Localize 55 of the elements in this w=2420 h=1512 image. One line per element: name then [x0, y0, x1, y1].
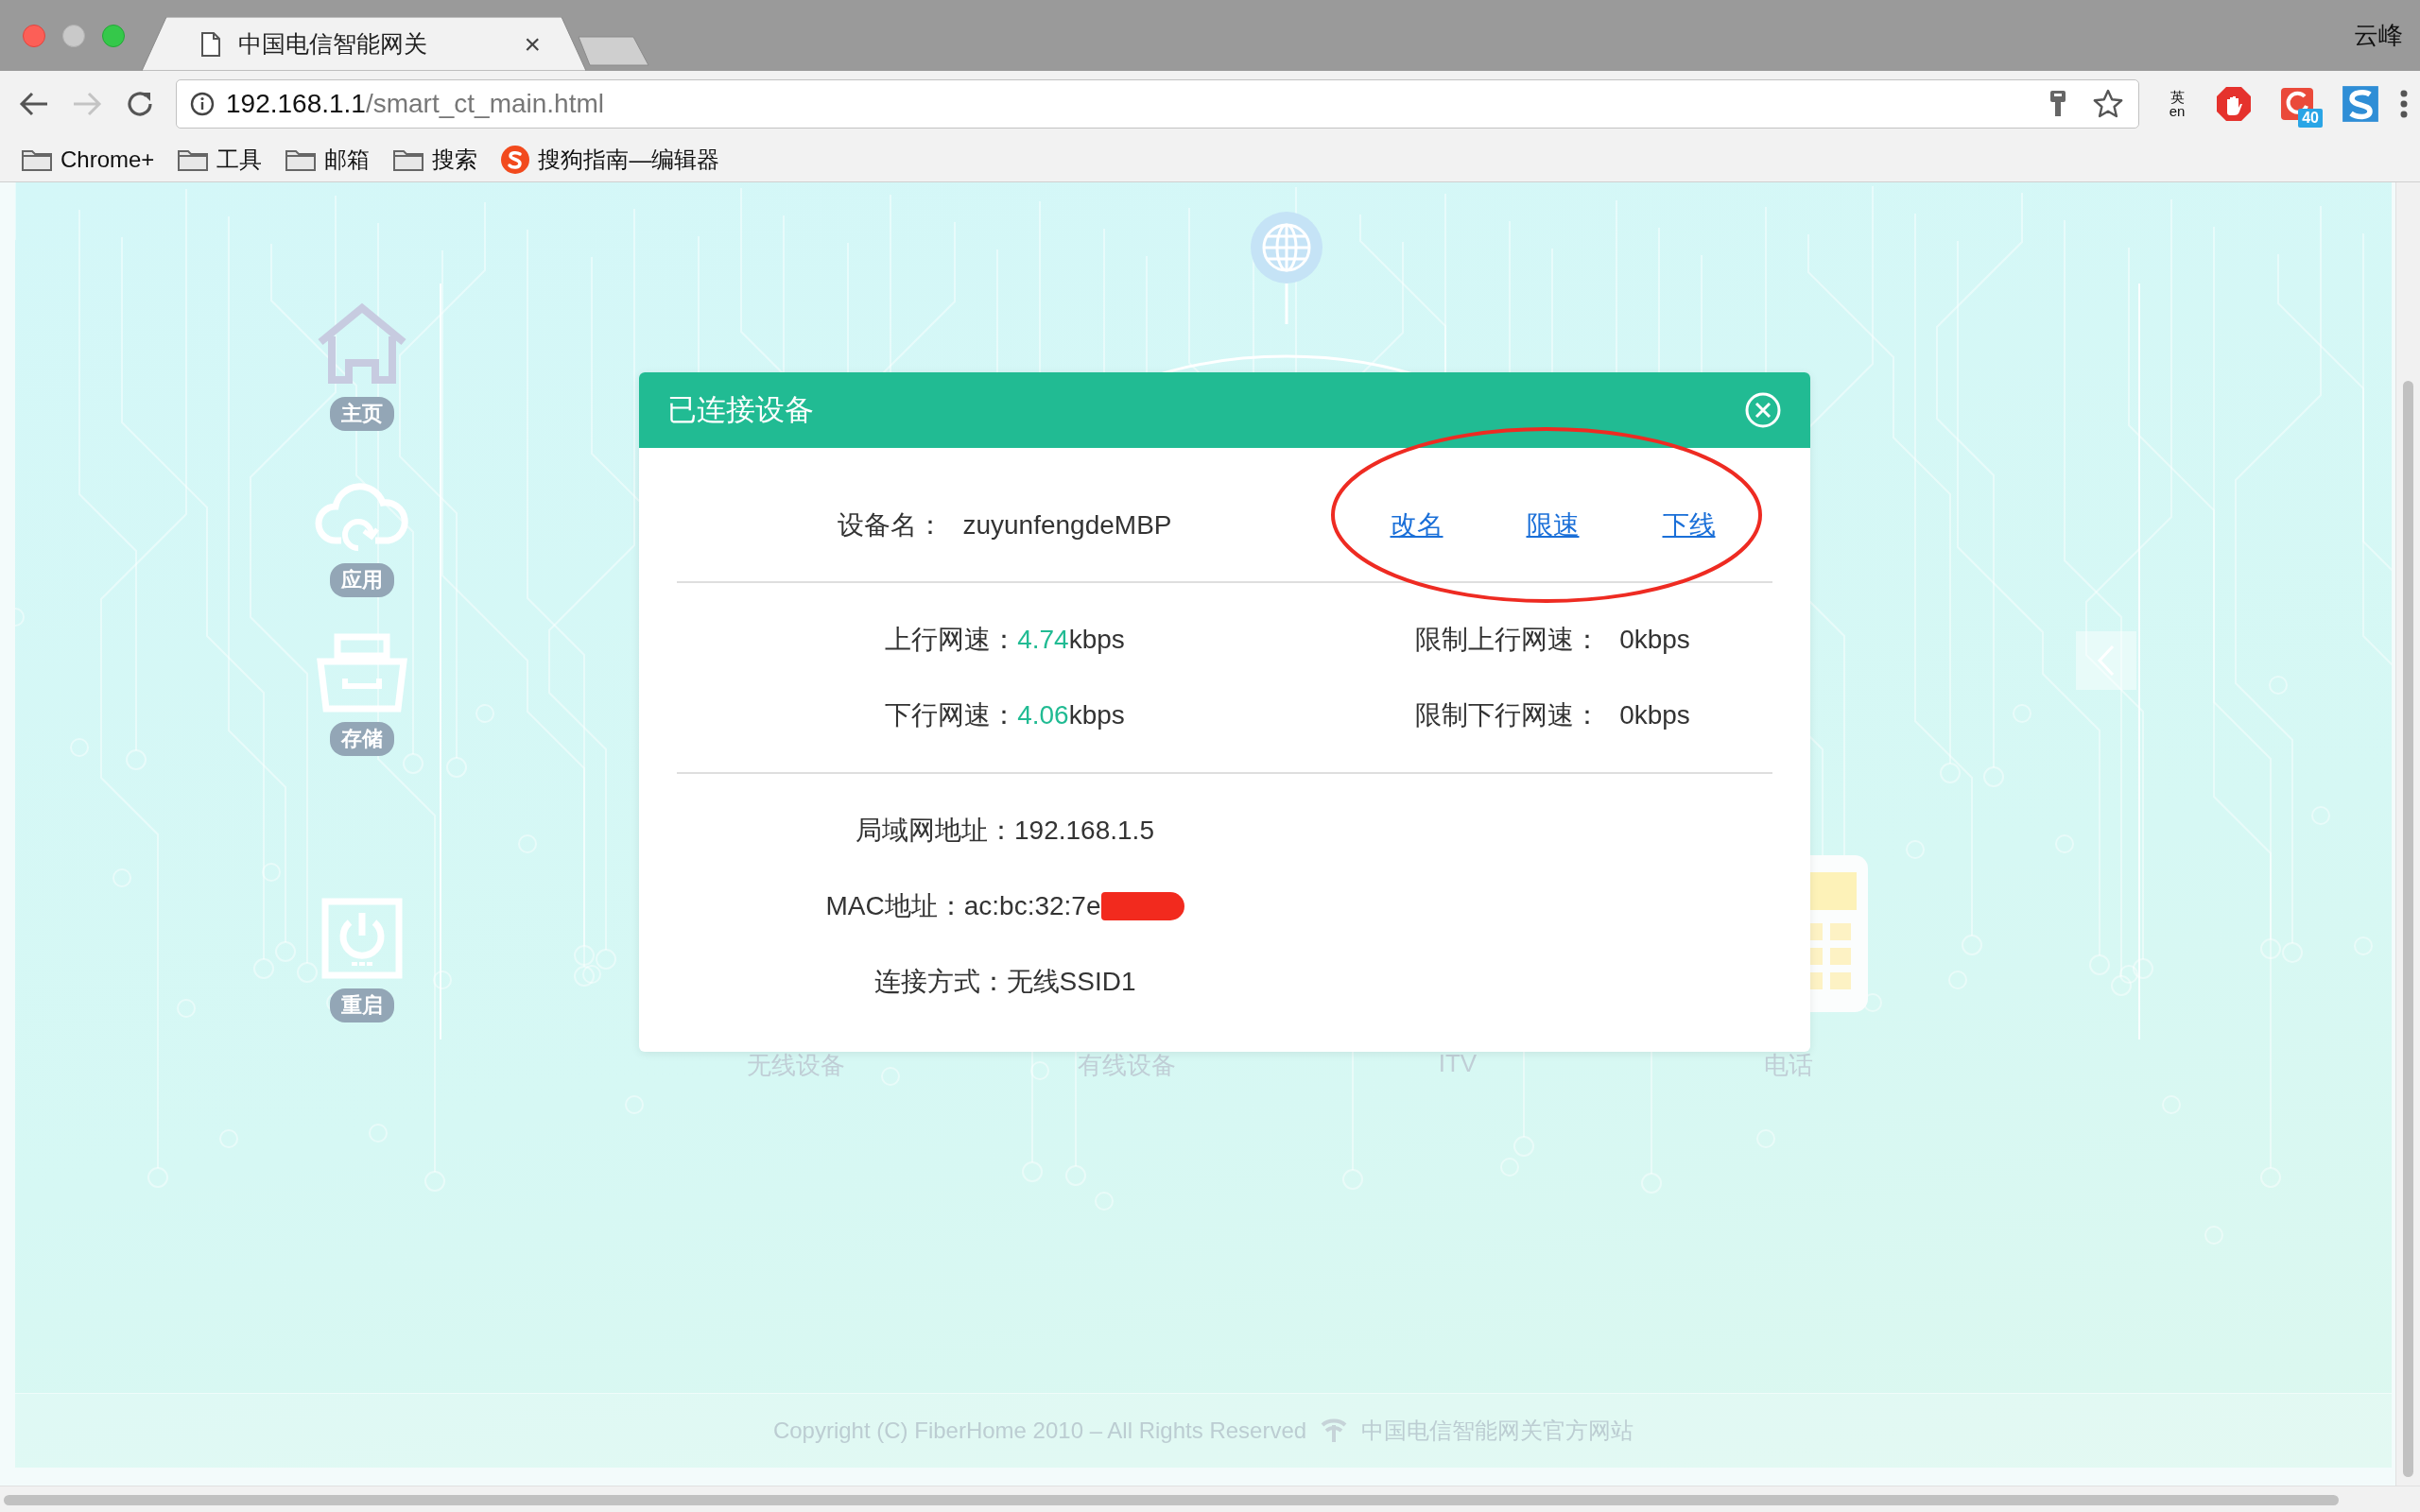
star-icon[interactable] — [2093, 89, 2123, 119]
menu-icon[interactable] — [2400, 90, 2408, 118]
window-control[interactable] — [62, 25, 85, 47]
s-extension-icon[interactable] — [2342, 83, 2379, 125]
power-icon[interactable] — [320, 898, 403, 979]
info-icon[interactable] — [190, 92, 215, 116]
collapse-tab[interactable] — [2076, 631, 2136, 690]
basket-icon[interactable] — [316, 633, 407, 713]
field-label: 设备名： — [838, 509, 944, 541]
field-label: 下行网速： — [885, 699, 1018, 731]
window-control[interactable] — [102, 25, 125, 47]
field-label: 局域网地址： — [856, 815, 1015, 847]
bookmark[interactable]: 工具 — [177, 144, 263, 175]
speed-value: 4.06kbps — [1017, 700, 1125, 730]
action-link[interactable]: 限速 — [1526, 507, 1580, 543]
nav-label[interactable]: 应用 — [329, 563, 394, 597]
window-control[interactable] — [23, 25, 45, 47]
bookmark[interactable]: 邮箱 — [285, 144, 371, 175]
document-icon — [200, 30, 221, 58]
tab-title: 中国电信智能网关 — [238, 29, 427, 59]
nav-label[interactable]: 重启 — [329, 988, 394, 1022]
device-name: zuyunfengdeMBP — [962, 510, 1172, 541]
field-label: 上行网速： — [885, 624, 1018, 656]
field-label: 限制上行网速： — [1415, 624, 1601, 656]
field-value: ac:bc:32:7e — [963, 891, 1101, 921]
nav-label[interactable]: 存储 — [329, 722, 394, 756]
speed-limit: 0kbps — [1619, 700, 1690, 730]
reload-icon[interactable] — [125, 89, 155, 119]
close-icon[interactable] — [1744, 391, 1782, 429]
horizontal-scrollbar[interactable] — [4, 1495, 2339, 1505]
profile-name[interactable]: 云峰 — [2354, 19, 2403, 52]
bookmark[interactable]: 搜索 — [392, 144, 478, 175]
back-icon[interactable] — [19, 91, 49, 117]
key-icon[interactable] — [2049, 90, 2066, 118]
bookmark[interactable]: 搜狗指南—编辑器 — [500, 144, 720, 175]
field-value: 192.168.1.5 — [1014, 816, 1154, 846]
action-link[interactable]: 改名 — [1390, 507, 1443, 543]
field-label: 连接方式： — [873, 966, 1007, 998]
translate-extension[interactable]: 英 en — [2158, 83, 2196, 125]
vertical-scrollbar[interactable] — [2395, 182, 2420, 1486]
tab-close-button[interactable]: × — [524, 29, 541, 59]
s-logo-icon — [500, 144, 531, 175]
action-link[interactable]: 下线 — [1662, 507, 1716, 543]
address-bar[interactable]: 192.168.1.1/smart_ct_main.html — [176, 79, 2139, 129]
field-label: 限制下行网速： — [1415, 699, 1601, 731]
dialog-title: 已连接设备 — [667, 392, 814, 428]
field-value: 无线SSID1 — [1006, 966, 1136, 998]
speed-limit: 0kbps — [1619, 625, 1690, 655]
speed-value: 4.74kbps — [1017, 625, 1125, 655]
field-label: MAC地址： — [825, 890, 964, 922]
bookmark[interactable]: Chrome+ — [21, 146, 155, 173]
nav-label[interactable]: 主页 — [329, 397, 394, 431]
browser-tab[interactable]: 中国电信智能网关 × — [142, 17, 586, 71]
telecom-logo-icon — [1320, 1418, 1349, 1444]
url-text: 192.168.1.1/smart_ct_main.html — [226, 89, 604, 119]
